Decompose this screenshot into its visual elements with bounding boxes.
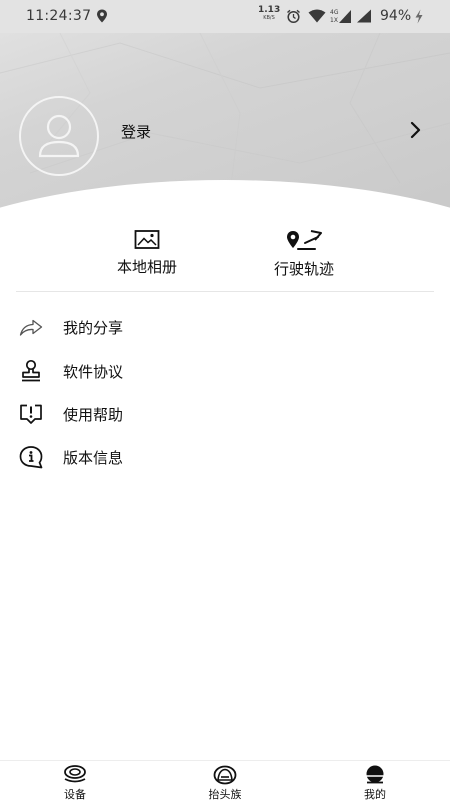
- menu-item-my-share[interactable]: 我的分享: [0, 307, 450, 347]
- nav-tab-label: 抬头族: [208, 788, 242, 800]
- network-speed-unit: KB/S: [263, 15, 275, 21]
- route-icon: [287, 230, 322, 250]
- svg-text:1X: 1X: [330, 17, 338, 24]
- image-icon: [134, 230, 160, 249]
- driving-track-label: 行驶轨迹: [273, 260, 334, 278]
- profile-header: 登录: [0, 33, 450, 238]
- local-album-button[interactable]: 本地相册: [97, 229, 197, 277]
- stamp-icon: [22, 359, 40, 382]
- menu-item-software-agreement[interactable]: 软件协议: [0, 351, 450, 391]
- local-album-label: 本地相册: [116, 258, 177, 276]
- menu-item-version-info[interactable]: 版本信息: [0, 437, 450, 477]
- share-icon: [19, 319, 43, 336]
- nav-tab-label: 我的: [364, 788, 386, 800]
- signal-4g-icon: 4G 1X: [330, 9, 351, 24]
- menu-item-label: 使用帮助: [63, 406, 124, 424]
- alarm-icon: [287, 9, 300, 24]
- status-time: 11:24:37: [26, 8, 92, 24]
- network-speed: 1.13 KB/S: [258, 6, 280, 22]
- network-speed-value: 1.13: [258, 5, 281, 15]
- location-icon: [97, 9, 107, 23]
- device-icon: [64, 765, 86, 783]
- status-bar: 11:24:37 1.13 KB/S 4G 1X 94%: [0, 0, 450, 33]
- section-divider: [16, 291, 434, 292]
- wifi-icon: [308, 9, 326, 23]
- heads-up-icon: [213, 765, 237, 785]
- nav-tab-device[interactable]: 设备: [35, 765, 115, 800]
- menu-item-label: 软件协议: [63, 363, 124, 381]
- avatar-silhouette: [38, 114, 80, 158]
- info-icon: [19, 446, 43, 469]
- user-avatar-icon[interactable]: [19, 96, 99, 176]
- mine-icon: [366, 765, 384, 784]
- svg-text:4G: 4G: [330, 9, 339, 16]
- battery-percent: 94%: [380, 8, 412, 24]
- nav-tab-heads-up[interactable]: 抬头族: [185, 765, 265, 800]
- charging-icon: [415, 9, 423, 24]
- help-icon: [20, 404, 42, 424]
- login-button[interactable]: 登录: [121, 121, 151, 142]
- menu-item-help[interactable]: 使用帮助: [0, 394, 450, 434]
- chevron-right-icon[interactable]: [408, 121, 424, 139]
- menu-item-label: 我的分享: [63, 319, 124, 337]
- driving-track-button[interactable]: 行驶轨迹: [254, 229, 354, 279]
- signal-icon: [357, 9, 371, 23]
- nav-tab-mine[interactable]: 我的: [335, 765, 415, 800]
- nav-tab-label: 设备: [64, 788, 86, 800]
- menu-item-label: 版本信息: [63, 449, 124, 467]
- bottom-nav: 设备 抬头族 我的: [0, 760, 450, 800]
